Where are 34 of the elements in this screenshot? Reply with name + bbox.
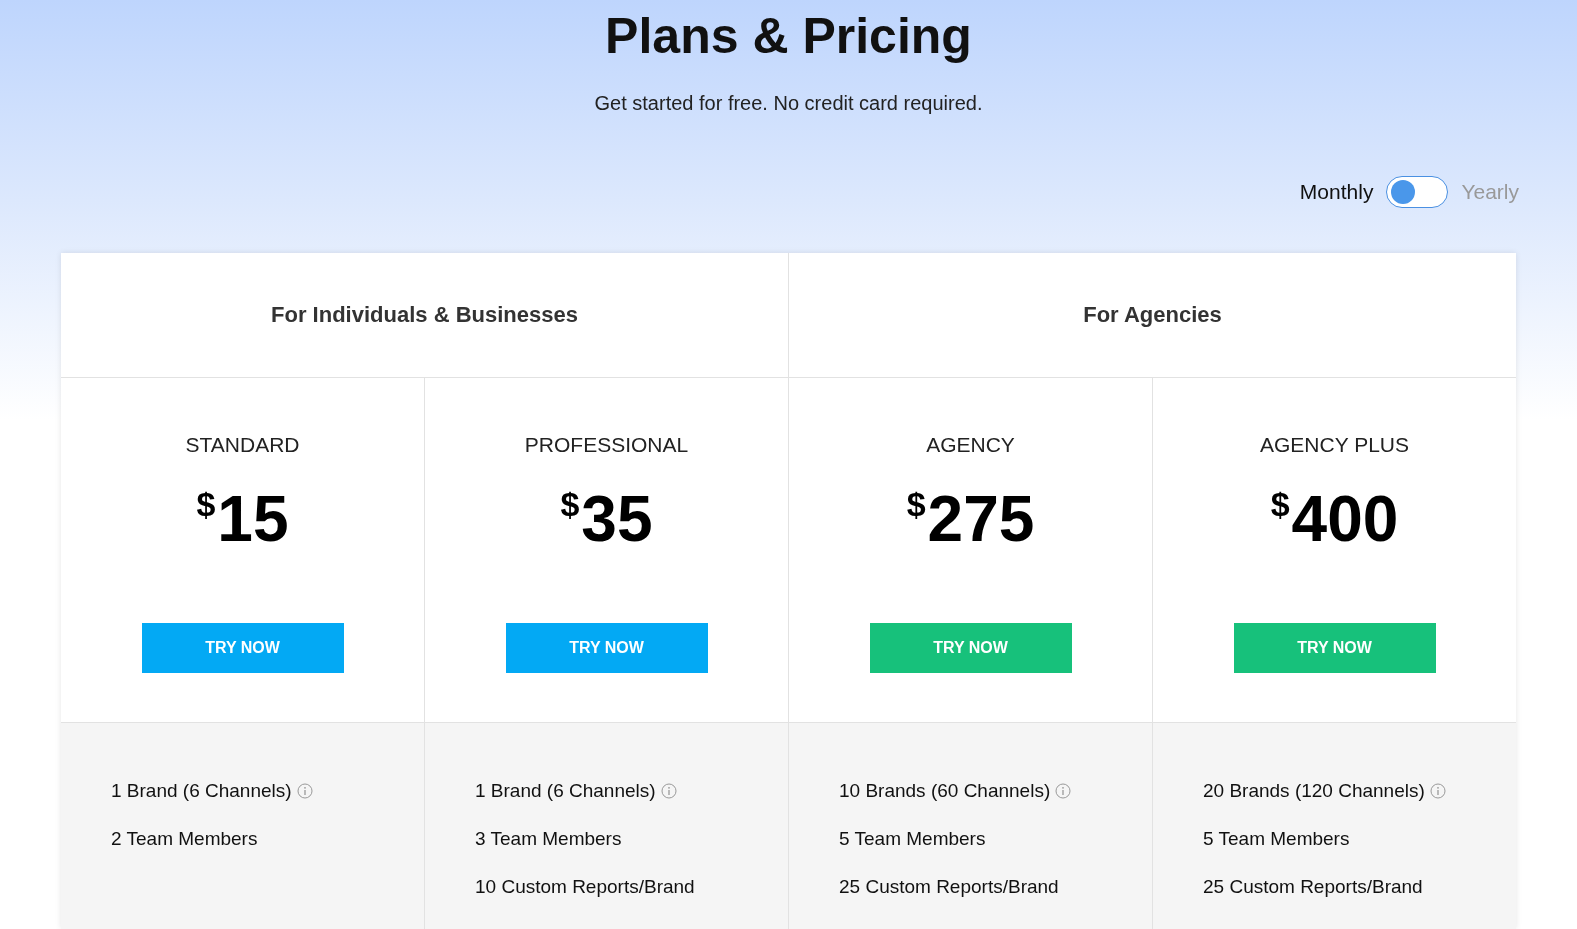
group-heading: For Individuals & Businesses (61, 253, 788, 378)
plan-name: AGENCY PLUS (1260, 433, 1409, 457)
billing-toggle[interactable] (1386, 176, 1449, 208)
plan-name: STANDARD (185, 433, 300, 457)
try-now-button[interactable]: TRY NOW (869, 623, 1072, 673)
feature-text: 3 Team Members (475, 828, 622, 850)
feature-text: 25 Custom Reports/Brand (839, 876, 1059, 898)
feature-text: 5 Team Members (839, 828, 986, 850)
info-icon[interactable] (660, 783, 677, 799)
try-now-button[interactable]: TRY NOW (1233, 623, 1436, 673)
page-title: Plans & Pricing (605, 7, 972, 66)
billing-option-label[interactable]: Yearly (1461, 180, 1519, 204)
page-subtitle: Get started for free. No credit card required. (594, 92, 983, 115)
feature-text: 10 Brands (60 Channels) (839, 780, 1051, 802)
plan-price: $400 (1270, 483, 1399, 555)
feature-text: 1 Brand (6 Channels) (475, 780, 656, 802)
feature-text: 1 Brand (6 Channels) (111, 780, 292, 802)
info-icon[interactable] (1055, 783, 1072, 799)
group-heading: For Agencies (789, 253, 1516, 378)
try-now-button[interactable]: TRY NOW (141, 623, 344, 673)
feature-text: 5 Team Members (1203, 828, 1350, 850)
try-now-button[interactable]: TRY NOW (505, 623, 708, 673)
billing-option-label[interactable]: Monthly (1299, 180, 1374, 204)
plan-price: $15 (196, 483, 289, 555)
feature-text: 25 Custom Reports/Brand (1203, 876, 1423, 898)
plan-name: AGENCY (926, 433, 1015, 457)
feature-text: 2 Team Members (111, 828, 258, 850)
plan-name: PROFESSIONAL (524, 433, 689, 457)
feature-text: 20 Brands (120 Channels) (1203, 780, 1425, 802)
info-icon[interactable] (1429, 783, 1446, 799)
info-icon[interactable] (296, 783, 313, 799)
plan-price: $275 (906, 483, 1035, 555)
plan-price: $35 (560, 483, 653, 555)
feature-text: 10 Custom Reports/Brand (475, 876, 695, 898)
